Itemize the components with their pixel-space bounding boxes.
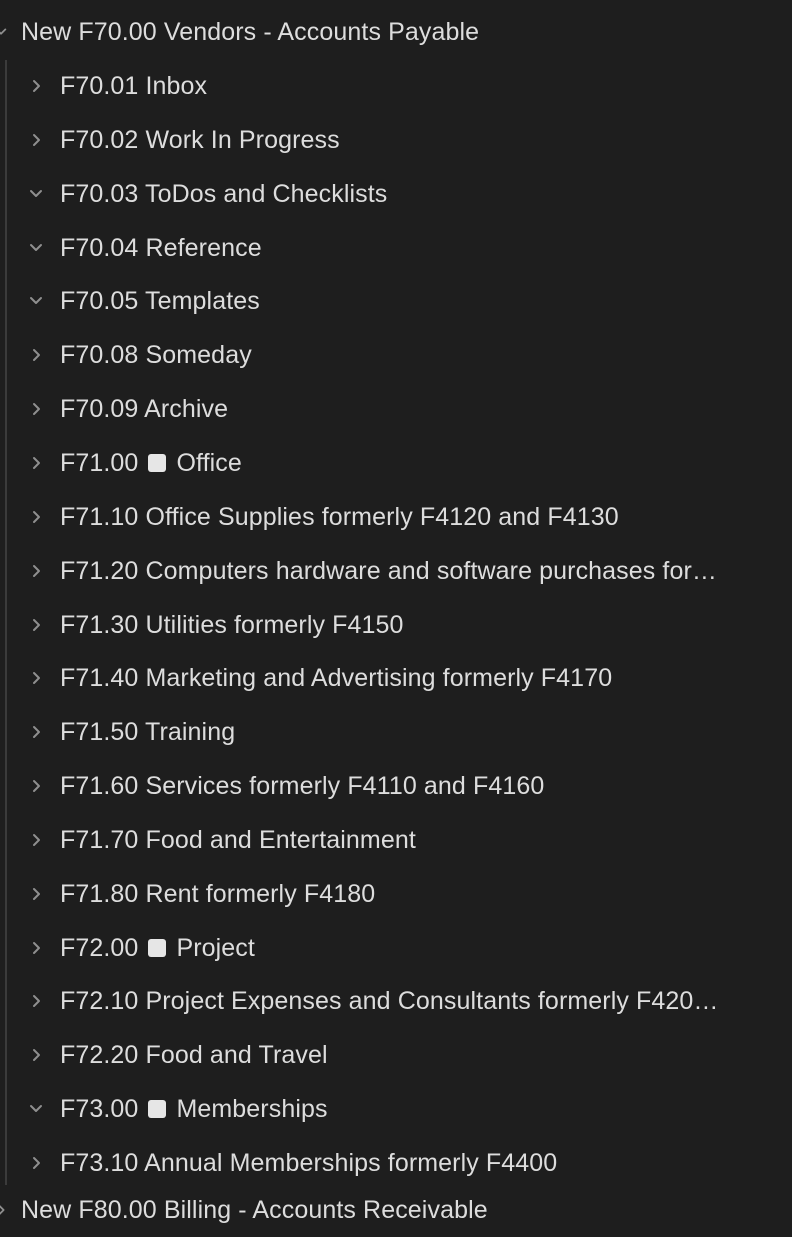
- chevron-right-icon[interactable]: [26, 615, 46, 635]
- square-icon: [148, 454, 167, 472]
- chevron-right-icon[interactable]: [26, 830, 46, 850]
- tree-item-label: F70.04 Reference: [60, 234, 262, 263]
- chevron-right-icon[interactable]: [26, 776, 46, 796]
- chevron-right-icon[interactable]: [26, 1045, 46, 1065]
- indent-guide: [5, 60, 7, 1185]
- tree-item-text: F72.10 Project Expenses and Consultants …: [60, 986, 719, 1015]
- tree-item-text: F73.10 Annual Memberships formerly F4400: [60, 1148, 558, 1177]
- tree-item-text: F70.08 Someday: [60, 340, 252, 369]
- tree-item-label: F71.00 Office: [60, 449, 242, 478]
- chevron-right-icon[interactable]: [26, 668, 46, 688]
- chevron-right-icon[interactable]: [26, 722, 46, 742]
- tree-item-text: F71.40 Marketing and Advertising formerl…: [60, 663, 613, 692]
- tree-item[interactable]: F70.01 Inbox: [26, 59, 792, 113]
- tree-next-root-label: New F80.00 Billing - Accounts Receivable: [21, 1195, 488, 1224]
- chevron-right-icon[interactable]: [26, 453, 46, 473]
- tree-item[interactable]: F71.50 Training: [26, 705, 792, 759]
- tree-item-text: Project: [176, 933, 255, 962]
- tree-item-code: F71.00: [60, 448, 139, 477]
- chevron-right-icon[interactable]: [26, 399, 46, 419]
- tree-root-item[interactable]: New F70.00 Vendors - Accounts Payable: [0, 5, 792, 59]
- tree-item-label: F73.00 Memberships: [60, 1095, 328, 1124]
- tree-item-label: F70.03 ToDos and Checklists: [60, 180, 387, 209]
- tree-item-text: F71.50 Training: [60, 717, 236, 746]
- tree-item-label: F71.30 Utilities formerly F4150: [60, 611, 404, 640]
- tree-item-label: F70.05 Templates: [60, 287, 260, 316]
- tree-item[interactable]: F71.40 Marketing and Advertising formerl…: [26, 651, 792, 705]
- chevron-right-icon[interactable]: [26, 938, 46, 958]
- tree-item-label: F72.10 Project Expenses and Consultants …: [60, 987, 719, 1016]
- tree-item-text: F70.01 Inbox: [60, 71, 208, 100]
- tree-item[interactable]: F72.00 Project: [26, 921, 792, 975]
- tree-item[interactable]: F70.04 Reference: [26, 221, 792, 275]
- chevron-right-icon[interactable]: [26, 991, 46, 1011]
- tree-item-label: F70.09 Archive: [60, 395, 228, 424]
- chevron-right-icon[interactable]: [26, 1153, 46, 1173]
- tree-root-label: New F70.00 Vendors - Accounts Payable: [21, 17, 480, 46]
- tree-item-text: Office: [176, 448, 242, 477]
- tree-item[interactable]: F70.09 Archive: [26, 382, 792, 436]
- tree-item-text: F71.10 Office Supplies formerly F4120 an…: [60, 502, 619, 531]
- tree-item[interactable]: F70.03 ToDos and Checklists: [26, 167, 792, 221]
- tree-item[interactable]: F71.70 Food and Entertainment: [26, 813, 792, 867]
- tree-item-label: F71.50 Training: [60, 718, 235, 747]
- tree-item-text: F71.60 Services formerly F4110 and F4160: [60, 771, 545, 800]
- tree-item[interactable]: F71.60 Services formerly F4110 and F4160: [26, 759, 792, 813]
- tree-item-label: F71.70 Food and Entertainment: [60, 826, 416, 855]
- square-icon: [148, 939, 167, 957]
- chevron-down-icon[interactable]: [0, 22, 8, 42]
- chevron-down-icon[interactable]: [26, 1099, 46, 1119]
- chevron-right-icon[interactable]: [26, 76, 46, 96]
- tree-item-code: F73.00: [60, 1094, 139, 1123]
- tree-item[interactable]: F70.02 Work In Progress: [26, 113, 792, 167]
- tree-item[interactable]: F71.80 Rent formerly F4180: [26, 867, 792, 921]
- tree-item[interactable]: F70.08 Someday: [26, 328, 792, 382]
- tree-item-text: F71.80 Rent formerly F4180: [60, 879, 376, 908]
- chevron-right-icon[interactable]: [26, 345, 46, 365]
- tree-item-label: F72.20 Food and Travel: [60, 1041, 328, 1070]
- tree-item-label: F72.00 Project: [60, 934, 255, 963]
- square-icon: [148, 1100, 167, 1118]
- chevron-right-icon[interactable]: [26, 884, 46, 904]
- tree-item-label: F71.40 Marketing and Advertising formerl…: [60, 664, 612, 693]
- tree-item[interactable]: F72.20 Food and Travel: [26, 1028, 792, 1082]
- tree-item[interactable]: F70.05 Templates: [26, 274, 792, 328]
- tree-item-label: F73.10 Annual Memberships formerly F4400: [60, 1149, 557, 1178]
- tree-item-text: F70.05 Templates: [60, 286, 260, 315]
- tree-item-text: F71.20 Computers hardware and software p…: [60, 556, 718, 585]
- chevron-right-icon[interactable]: [26, 507, 46, 527]
- tree-item-label: F71.10 Office Supplies formerly F4120 an…: [60, 503, 619, 532]
- tree-next-root-item[interactable]: New F80.00 Billing - Accounts Receivable: [0, 1183, 792, 1237]
- chevron-down-icon[interactable]: [26, 184, 46, 204]
- tree-item[interactable]: F71.30 Utilities formerly F4150: [26, 598, 792, 652]
- tree-item[interactable]: F71.20 Computers hardware and software p…: [26, 544, 792, 598]
- tree-item[interactable]: F73.10 Annual Memberships formerly F4400: [26, 1136, 792, 1190]
- tree-item[interactable]: F71.10 Office Supplies formerly F4120 an…: [26, 490, 792, 544]
- tree-item-label: F70.02 Work In Progress: [60, 126, 340, 155]
- tree-item-text: F71.30 Utilities formerly F4150: [60, 610, 404, 639]
- tree-item-text: Memberships: [176, 1094, 328, 1123]
- chevron-right-icon[interactable]: [26, 130, 46, 150]
- tree-item-label: F70.01 Inbox: [60, 72, 207, 101]
- chevron-right-icon[interactable]: [26, 561, 46, 581]
- tree-item[interactable]: F72.10 Project Expenses and Consultants …: [26, 974, 792, 1028]
- tree-item-code: F72.00: [60, 933, 139, 962]
- tree-item-label: F70.08 Someday: [60, 341, 252, 370]
- tree-item-label: F71.60 Services formerly F4110 and F4160: [60, 772, 544, 801]
- tree-item-label: F71.20 Computers hardware and software p…: [60, 557, 717, 586]
- tree-item-text: F71.70 Food and Entertainment: [60, 825, 416, 854]
- chevron-right-icon[interactable]: [0, 1200, 8, 1220]
- tree-item[interactable]: F71.00 Office: [26, 436, 792, 490]
- tree-item-text: F70.02 Work In Progress: [60, 125, 340, 154]
- chevron-down-icon[interactable]: [26, 291, 46, 311]
- chevron-down-icon[interactable]: [26, 238, 46, 258]
- tree-item-text: F70.04 Reference: [60, 233, 262, 262]
- tree-item-text: F72.20 Food and Travel: [60, 1040, 328, 1069]
- folder-tree: New F70.00 Vendors - Accounts Payable F7…: [0, 0, 792, 1224]
- tree-item-text: F70.09 Archive: [60, 394, 229, 423]
- tree-item-text: F70.03 ToDos and Checklists: [60, 179, 388, 208]
- tree-item-label: F71.80 Rent formerly F4180: [60, 880, 375, 909]
- tree-item[interactable]: F73.00 Memberships: [26, 1082, 792, 1136]
